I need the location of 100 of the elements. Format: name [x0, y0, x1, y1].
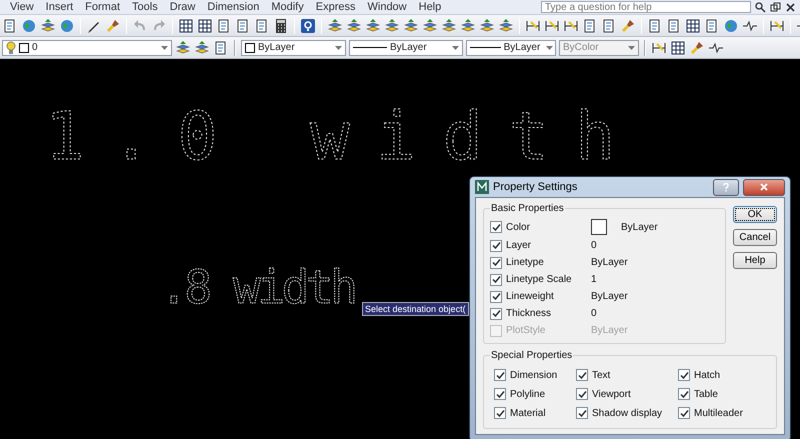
checkbox[interactable] — [576, 388, 588, 400]
close-icon[interactable] — [785, 2, 796, 12]
checkbox-label[interactable]: Text — [592, 370, 610, 380]
layers-icon[interactable] — [403, 18, 419, 34]
line-sample — [470, 47, 501, 48]
calculator-icon[interactable] — [273, 18, 289, 34]
property-label[interactable]: Lineweight — [506, 291, 591, 302]
help-button[interactable] — [713, 178, 739, 196]
help-search-field[interactable]: Type a question for help — [541, 1, 751, 13]
property-value: ByLayer — [591, 291, 628, 302]
color-swatch[interactable] — [591, 219, 607, 235]
layers-icon[interactable] — [479, 18, 495, 34]
layers-icon[interactable] — [327, 18, 343, 34]
property-label[interactable]: Layer — [506, 240, 591, 251]
property-value: ByLayer — [621, 222, 658, 232]
checkbox[interactable] — [494, 369, 506, 381]
restore-icon[interactable] — [770, 2, 781, 12]
layers-icon[interactable] — [346, 18, 362, 34]
checkbox-label[interactable]: Multileader — [694, 408, 743, 418]
checkbox[interactable] — [490, 290, 502, 302]
property-label[interactable]: Thickness — [506, 308, 591, 319]
checkbox[interactable] — [490, 308, 502, 320]
checkbox[interactable] — [678, 407, 690, 419]
color-swatch — [245, 42, 255, 52]
checkbox[interactable] — [490, 221, 502, 233]
menu-item[interactable]: Dimension — [201, 1, 266, 13]
grid-icon[interactable] — [178, 18, 194, 34]
caret-icon[interactable] — [335, 46, 342, 50]
checkbox[interactable] — [490, 240, 502, 252]
menu-item[interactable]: Help — [412, 1, 448, 13]
grid-icon[interactable] — [685, 18, 701, 34]
property-label[interactable]: Linetype — [506, 257, 591, 268]
checkbox-label[interactable]: Shadow display — [592, 408, 662, 418]
property-value: ByLayer — [591, 257, 628, 268]
menu-item[interactable]: Window — [362, 1, 413, 13]
bulb-icon[interactable] — [6, 40, 16, 54]
layers-icon[interactable] — [175, 40, 191, 56]
property-value: 0 — [591, 308, 597, 319]
search-icon[interactable] — [755, 2, 766, 12]
layers-icon[interactable] — [422, 18, 438, 34]
property-label[interactable]: Linetype Scale — [506, 274, 591, 285]
square-icon — [19, 42, 29, 52]
close-icon — [760, 183, 768, 191]
property-label[interactable]: Color — [506, 222, 591, 232]
menu-item[interactable]: Draw — [164, 1, 202, 13]
layers-icon[interactable] — [384, 18, 400, 34]
caret-icon[interactable] — [546, 46, 553, 50]
menu-item[interactable]: View — [4, 1, 40, 13]
tooltip: Select destination object( — [362, 302, 469, 316]
menu-item[interactable]: Modify — [265, 1, 310, 13]
checkbox[interactable] — [678, 369, 690, 381]
checkbox-label[interactable]: Viewport — [592, 388, 631, 400]
grid-icon[interactable] — [197, 18, 213, 34]
checkbox[interactable] — [494, 388, 506, 400]
checkbox-label[interactable]: Table — [694, 388, 718, 400]
checkbox[interactable] — [678, 388, 690, 400]
dialog-button[interactable]: Help — [733, 252, 777, 269]
color-dropdown[interactable]: ByLayer — [241, 40, 346, 56]
layers-icon[interactable] — [498, 18, 514, 34]
menu-item[interactable]: Express — [310, 1, 362, 13]
layers-icon[interactable] — [194, 40, 210, 56]
checkbox[interactable] — [576, 407, 588, 419]
brush-icon[interactable] — [620, 18, 636, 34]
question-icon — [723, 182, 729, 192]
group-title: Special Properties — [490, 350, 574, 361]
group-title: Basic Properties — [490, 203, 565, 214]
globe-icon[interactable] — [59, 18, 75, 34]
checkbox-label[interactable]: Material — [510, 408, 546, 418]
checkbox-label[interactable]: Polyline — [510, 388, 546, 400]
layers-icon[interactable] — [40, 18, 56, 34]
line-sample — [353, 47, 387, 48]
checkbox-label[interactable]: Dimension — [510, 370, 558, 380]
drawing-text: .8 width — [160, 260, 358, 314]
lineweight-dropdown[interactable]: ByLayer — [466, 40, 556, 56]
close-button[interactable] — [743, 178, 785, 196]
checkbox[interactable] — [576, 369, 588, 381]
checkbox[interactable] — [494, 407, 506, 419]
menu-item[interactable]: Tools — [126, 1, 164, 13]
property-value: 0 — [591, 240, 597, 251]
checkbox[interactable] — [490, 274, 502, 286]
app-icon — [475, 180, 489, 194]
dialog-button[interactable]: Cancel — [733, 229, 777, 246]
checkbox[interactable] — [490, 256, 502, 268]
layers-icon[interactable] — [441, 18, 457, 34]
menu-item[interactable]: Format — [79, 1, 126, 13]
brush-icon[interactable] — [105, 18, 121, 34]
checkbox-label[interactable]: Hatch — [694, 370, 720, 380]
dialog-button[interactable]: OK — [733, 206, 777, 223]
layers-icon[interactable] — [460, 18, 476, 34]
menu-item[interactable]: Insert — [40, 1, 80, 13]
linetype-dropdown[interactable]: ByLayer — [349, 40, 463, 56]
layers-icon[interactable] — [365, 18, 381, 34]
layer-dropdown[interactable]: 0 — [2, 40, 172, 56]
brush-icon[interactable] — [689, 40, 705, 56]
property-value: 1 — [591, 274, 597, 285]
caret-icon[interactable] — [452, 46, 459, 50]
dialog-title: Property Settings — [493, 181, 578, 193]
grid-icon[interactable] — [670, 40, 686, 56]
caret-icon[interactable] — [161, 46, 168, 50]
drawing-text: 1.0 width — [45, 98, 615, 175]
